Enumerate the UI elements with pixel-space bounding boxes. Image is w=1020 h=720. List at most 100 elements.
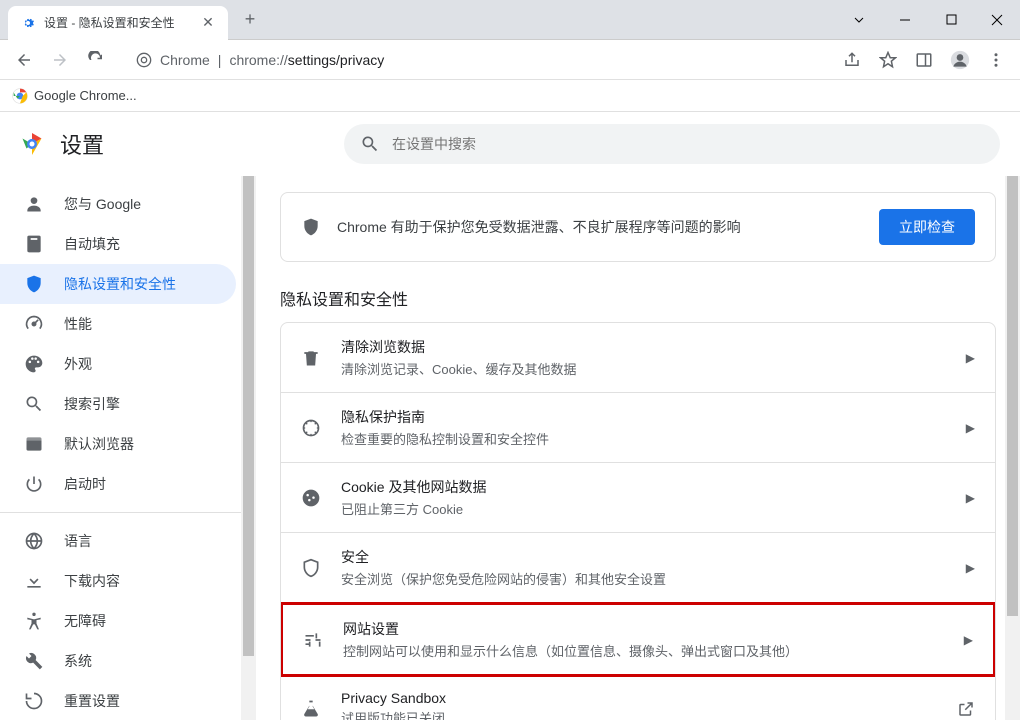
chevron-right-icon: ▶ xyxy=(966,351,975,365)
share-icon[interactable] xyxy=(836,44,868,76)
row-text: Privacy Sandbox 试用版功能已关闭 xyxy=(341,690,937,720)
back-button[interactable] xyxy=(8,44,40,76)
search-icon xyxy=(24,394,44,414)
settings-header: 设置 xyxy=(0,112,1020,176)
row-subtitle: 检查重要的隐私控制设置和安全控件 xyxy=(341,429,946,448)
palette-icon xyxy=(24,354,44,374)
row-text: 清除浏览数据 清除浏览记录、Cookie、缓存及其他数据 xyxy=(341,337,946,378)
chevron-right-icon: ▶ xyxy=(966,491,975,505)
sidebar-item-label: 自动填充 xyxy=(64,234,120,254)
chevron-right-icon: ▶ xyxy=(966,561,975,575)
person-icon xyxy=(24,194,44,214)
content-scrollbar[interactable] xyxy=(1005,176,1020,720)
sidebar-item-label: 您与 Google xyxy=(64,194,141,214)
sidebar-item-label: 重置设置 xyxy=(64,691,120,711)
chrome-icon xyxy=(12,88,28,104)
window-controls xyxy=(836,0,1020,40)
address-bar[interactable]: Chrome | chrome://settings/privacy xyxy=(124,44,824,76)
sidebar-item-languages[interactable]: 语言 xyxy=(0,521,236,561)
row-text: 网站设置 控制网站可以使用和显示什么信息（如位置信息、摄像头、弹出式窗口及其他） xyxy=(343,619,944,660)
menu-icon[interactable] xyxy=(980,44,1012,76)
side-panel-icon[interactable] xyxy=(908,44,940,76)
row-text: 隐私保护指南 检查重要的隐私控制设置和安全控件 xyxy=(341,407,946,448)
row-security[interactable]: 安全 安全浏览（保护您免受危险网站的侵害）和其他安全设置 ▶ xyxy=(281,533,995,603)
row-subtitle: 已阻止第三方 Cookie xyxy=(341,499,946,518)
row-clear-browsing-data[interactable]: 清除浏览数据 清除浏览记录、Cookie、缓存及其他数据 ▶ xyxy=(281,323,995,393)
sidebar-item-downloads[interactable]: 下载内容 xyxy=(0,561,236,601)
sidebar-item-appearance[interactable]: 外观 xyxy=(0,344,236,384)
accessibility-icon xyxy=(24,611,44,631)
row-site-settings[interactable]: 网站设置 控制网站可以使用和显示什么信息（如位置信息、摄像头、弹出式窗口及其他）… xyxy=(280,602,996,677)
row-subtitle: 试用版功能已关闭 xyxy=(341,708,937,720)
window-tab-strip: 设置 - 隐私设置和安全性 ✕ + xyxy=(0,0,1020,40)
row-text: Cookie 及其他网站数据 已阻止第三方 Cookie xyxy=(341,477,946,518)
cookie-icon xyxy=(301,488,321,508)
reset-icon xyxy=(24,691,44,711)
row-title: 隐私保护指南 xyxy=(341,407,946,427)
bookmark-label: Google Chrome... xyxy=(34,88,137,103)
divider xyxy=(0,512,256,513)
compass-icon xyxy=(301,418,321,438)
close-icon[interactable]: ✕ xyxy=(200,15,216,31)
browser-tab[interactable]: 设置 - 隐私设置和安全性 ✕ xyxy=(8,6,228,40)
minimize-button[interactable] xyxy=(882,0,928,40)
sidebar-item-privacy[interactable]: 隐私设置和安全性 xyxy=(0,264,236,304)
row-title: Cookie 及其他网站数据 xyxy=(341,477,946,497)
sidebar-item-label: 默认浏览器 xyxy=(64,434,134,454)
settings-search[interactable] xyxy=(344,124,1000,164)
maximize-button[interactable] xyxy=(928,0,974,40)
sidebar-item-system[interactable]: 系统 xyxy=(0,641,236,681)
sidebar-item-performance[interactable]: 性能 xyxy=(0,304,236,344)
wrench-icon xyxy=(24,651,44,671)
external-link-icon xyxy=(957,700,975,718)
sidebar-item-label: 搜索引擎 xyxy=(64,394,120,414)
sidebar-item-accessibility[interactable]: 无障碍 xyxy=(0,601,236,641)
new-tab-button[interactable]: + xyxy=(236,6,264,34)
sidebar-item-you-and-google[interactable]: 您与 Google xyxy=(0,184,236,224)
sidebar-item-label: 启动时 xyxy=(64,474,106,494)
sidebar-item-label: 无障碍 xyxy=(64,611,106,631)
page-title: 设置 xyxy=(60,128,104,160)
url-protocol: chrome:// xyxy=(229,52,287,68)
row-subtitle: 控制网站可以使用和显示什么信息（如位置信息、摄像头、弹出式窗口及其他） xyxy=(343,641,944,660)
banner-text: Chrome 有助于保护您免受数据泄露、不良扩展程序等问题的影响 xyxy=(337,217,863,237)
row-title: 清除浏览数据 xyxy=(341,337,946,357)
search-input[interactable] xyxy=(392,136,984,152)
tune-icon xyxy=(303,630,323,650)
forward-button[interactable] xyxy=(44,44,76,76)
sidebar-item-search-engine[interactable]: 搜索引擎 xyxy=(0,384,236,424)
power-icon xyxy=(24,474,44,494)
section-title: 隐私设置和安全性 xyxy=(280,286,996,310)
sidebar-item-label: 语言 xyxy=(64,531,92,551)
row-privacy-sandbox[interactable]: Privacy Sandbox 试用版功能已关闭 xyxy=(281,676,995,720)
row-title: 网站设置 xyxy=(343,619,944,639)
chevron-down-icon[interactable] xyxy=(836,0,882,40)
profile-icon[interactable] xyxy=(944,44,976,76)
sidebar-scrollbar[interactable] xyxy=(241,176,256,720)
star-icon[interactable] xyxy=(872,44,904,76)
sidebar-item-label: 性能 xyxy=(64,314,92,334)
reload-button[interactable] xyxy=(80,44,112,76)
safety-check-banner: Chrome 有助于保护您免受数据泄露、不良扩展程序等问题的影响 立即检查 xyxy=(280,192,996,262)
row-text: 安全 安全浏览（保护您免受危险网站的侵害）和其他安全设置 xyxy=(341,547,946,588)
row-cookies[interactable]: Cookie 及其他网站数据 已阻止第三方 Cookie ▶ xyxy=(281,463,995,533)
sidebar-item-default-browser[interactable]: 默认浏览器 xyxy=(0,424,236,464)
sidebar-item-autofill[interactable]: 自动填充 xyxy=(0,224,236,264)
bookmark-item[interactable]: Google Chrome... xyxy=(12,88,137,104)
settings-content: Chrome 有助于保护您免受数据泄露、不良扩展程序等问题的影响 立即检查 隐私… xyxy=(256,176,1020,720)
row-title: Privacy Sandbox xyxy=(341,690,937,706)
privacy-card: 清除浏览数据 清除浏览记录、Cookie、缓存及其他数据 ▶ 隐私保护指南 检查… xyxy=(280,322,996,720)
sidebar-item-reset[interactable]: 重置设置 xyxy=(0,681,236,720)
download-icon xyxy=(24,571,44,591)
shield-check-icon xyxy=(301,217,321,237)
globe-icon xyxy=(24,531,44,551)
sidebar-item-label: 外观 xyxy=(64,354,92,374)
row-privacy-guide[interactable]: 隐私保护指南 检查重要的隐私控制设置和安全控件 ▶ xyxy=(281,393,995,463)
row-title: 安全 xyxy=(341,547,946,567)
chevron-right-icon: ▶ xyxy=(966,421,975,435)
check-now-button[interactable]: 立即检查 xyxy=(879,209,975,245)
shield-icon xyxy=(301,558,321,578)
clipboard-icon xyxy=(24,234,44,254)
sidebar-item-on-startup[interactable]: 启动时 xyxy=(0,464,236,504)
close-window-button[interactable] xyxy=(974,0,1020,40)
